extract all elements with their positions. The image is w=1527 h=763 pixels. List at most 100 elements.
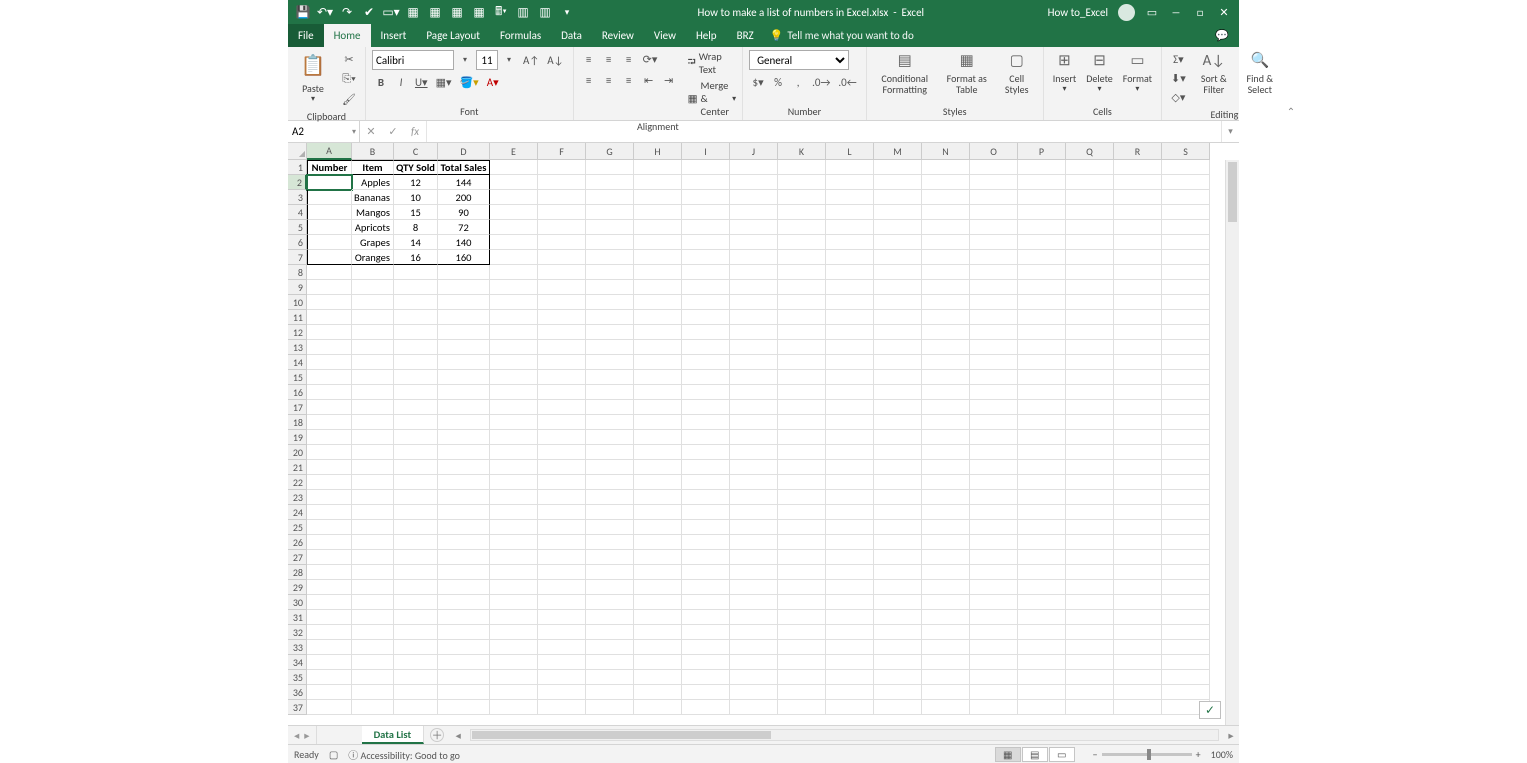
cell[interactable] bbox=[1018, 460, 1066, 475]
cell[interactable] bbox=[352, 550, 394, 565]
cell[interactable] bbox=[586, 565, 634, 580]
cell[interactable] bbox=[538, 175, 586, 190]
cell[interactable] bbox=[538, 445, 586, 460]
cell[interactable] bbox=[538, 205, 586, 220]
cell[interactable] bbox=[634, 250, 682, 265]
cell[interactable]: 8 bbox=[394, 220, 438, 235]
row-header[interactable]: 4 bbox=[288, 205, 307, 220]
cell[interactable] bbox=[352, 700, 394, 715]
cell[interactable] bbox=[1018, 655, 1066, 670]
cell[interactable] bbox=[634, 685, 682, 700]
cell[interactable] bbox=[922, 310, 970, 325]
cell[interactable] bbox=[826, 235, 874, 250]
cell[interactable] bbox=[1114, 265, 1162, 280]
cell[interactable] bbox=[1162, 190, 1210, 205]
vertical-scrollbar[interactable] bbox=[1225, 160, 1239, 725]
cell[interactable] bbox=[826, 250, 874, 265]
cell[interactable] bbox=[538, 625, 586, 640]
cell[interactable] bbox=[586, 430, 634, 445]
column-header[interactable]: K bbox=[778, 143, 826, 160]
row-header[interactable]: 14 bbox=[288, 355, 307, 370]
cell[interactable] bbox=[922, 595, 970, 610]
cell[interactable] bbox=[874, 685, 922, 700]
cell[interactable] bbox=[730, 340, 778, 355]
row-header[interactable]: 20 bbox=[288, 445, 307, 460]
cell[interactable] bbox=[874, 175, 922, 190]
row-header[interactable]: 35 bbox=[288, 670, 307, 685]
tab-home[interactable]: Home bbox=[324, 24, 371, 47]
cell[interactable] bbox=[394, 610, 438, 625]
cell[interactable] bbox=[634, 205, 682, 220]
cell[interactable] bbox=[778, 640, 826, 655]
cell[interactable] bbox=[538, 220, 586, 235]
cell[interactable] bbox=[922, 625, 970, 640]
cell[interactable] bbox=[438, 385, 490, 400]
cell[interactable] bbox=[1018, 205, 1066, 220]
cell[interactable] bbox=[1066, 625, 1114, 640]
cell[interactable] bbox=[970, 385, 1018, 400]
scrollbar-thumb[interactable] bbox=[472, 731, 771, 739]
cell[interactable]: 16 bbox=[394, 250, 438, 265]
cell[interactable] bbox=[970, 670, 1018, 685]
cell[interactable] bbox=[307, 565, 352, 580]
cell[interactable] bbox=[1018, 670, 1066, 685]
cell[interactable] bbox=[1018, 385, 1066, 400]
cell[interactable] bbox=[1066, 460, 1114, 475]
cell[interactable] bbox=[874, 340, 922, 355]
cell[interactable] bbox=[922, 370, 970, 385]
cell[interactable] bbox=[1162, 490, 1210, 505]
cell[interactable] bbox=[438, 475, 490, 490]
page-break-view-icon[interactable]: ▭ bbox=[1049, 747, 1075, 762]
clear-icon[interactable]: ◇▾ bbox=[1168, 88, 1189, 106]
cell[interactable] bbox=[634, 595, 682, 610]
cell[interactable] bbox=[634, 265, 682, 280]
cell[interactable] bbox=[438, 340, 490, 355]
cell[interactable] bbox=[874, 415, 922, 430]
cell[interactable] bbox=[922, 250, 970, 265]
cell[interactable] bbox=[730, 385, 778, 400]
cell[interactable]: QTY Sold bbox=[394, 160, 438, 175]
cell[interactable] bbox=[682, 355, 730, 370]
cell[interactable] bbox=[1018, 580, 1066, 595]
cell[interactable] bbox=[970, 190, 1018, 205]
cell[interactable] bbox=[1066, 190, 1114, 205]
cell[interactable] bbox=[394, 355, 438, 370]
cell[interactable] bbox=[922, 580, 970, 595]
cell[interactable] bbox=[1066, 175, 1114, 190]
cell[interactable] bbox=[826, 580, 874, 595]
cell[interactable] bbox=[778, 550, 826, 565]
cell[interactable] bbox=[922, 160, 970, 175]
format-painter-icon[interactable]: 🖌 bbox=[339, 90, 359, 108]
cell[interactable] bbox=[874, 250, 922, 265]
cell[interactable] bbox=[1114, 475, 1162, 490]
cell[interactable] bbox=[682, 655, 730, 670]
cell[interactable] bbox=[970, 445, 1018, 460]
cell[interactable] bbox=[352, 655, 394, 670]
cell[interactable] bbox=[1114, 640, 1162, 655]
row-header[interactable]: 9 bbox=[288, 280, 307, 295]
cell[interactable] bbox=[730, 220, 778, 235]
cell[interactable] bbox=[826, 175, 874, 190]
cell[interactable] bbox=[874, 670, 922, 685]
cell[interactable] bbox=[352, 580, 394, 595]
cell[interactable] bbox=[730, 295, 778, 310]
cell[interactable] bbox=[352, 520, 394, 535]
cell[interactable] bbox=[490, 265, 538, 280]
cell[interactable] bbox=[874, 625, 922, 640]
cell[interactable] bbox=[778, 190, 826, 205]
cell[interactable] bbox=[682, 640, 730, 655]
column-header[interactable]: S bbox=[1162, 143, 1210, 160]
font-size-dropdown-icon[interactable]: ▾ bbox=[500, 51, 518, 69]
cell[interactable] bbox=[1162, 220, 1210, 235]
cell[interactable] bbox=[874, 355, 922, 370]
cell[interactable] bbox=[438, 490, 490, 505]
cell[interactable]: 72 bbox=[438, 220, 490, 235]
normal-view-icon[interactable]: ▦ bbox=[995, 747, 1021, 762]
cell[interactable] bbox=[970, 430, 1018, 445]
cell[interactable] bbox=[730, 205, 778, 220]
cell[interactable] bbox=[394, 340, 438, 355]
row-header[interactable]: 25 bbox=[288, 520, 307, 535]
cell[interactable] bbox=[970, 355, 1018, 370]
cell[interactable]: 14 bbox=[394, 235, 438, 250]
cell[interactable]: 160 bbox=[438, 250, 490, 265]
